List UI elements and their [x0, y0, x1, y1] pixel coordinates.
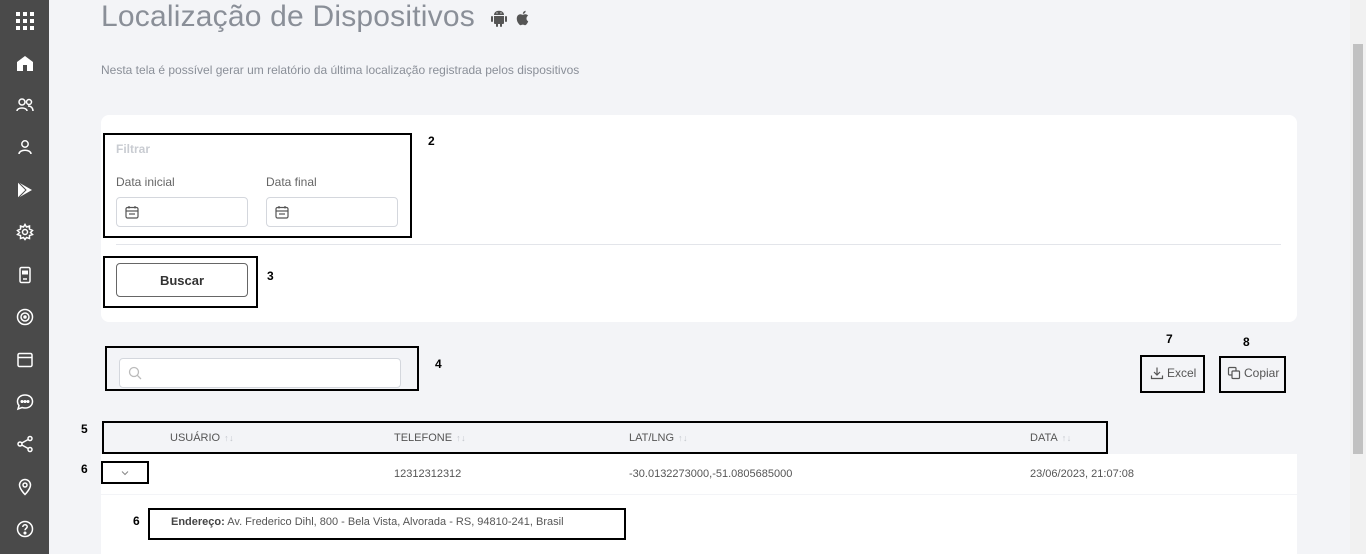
annotation-number: 6	[133, 514, 140, 528]
scrollbar-thumb[interactable]	[1353, 44, 1363, 454]
chat-icon[interactable]	[0, 387, 49, 417]
users-icon[interactable]	[0, 90, 49, 120]
chevron-down-icon	[121, 471, 129, 476]
settings-icon[interactable]	[0, 217, 49, 247]
sort-arrows-icon: ↑ ↓	[456, 433, 465, 443]
copy-icon	[1227, 366, 1241, 380]
page-title: Localização de Dispositivos	[101, 0, 475, 33]
column-label: USUÁRIO	[170, 432, 221, 444]
address-value: Av. Frederico Dihl, 800 - Bela Vista, Al…	[227, 516, 564, 528]
column-header-telefone[interactable]: TELEFONE ↑ ↓	[394, 432, 466, 444]
address-detail: Endereço: Av. Frederico Dihl, 800 - Bela…	[171, 516, 564, 528]
download-icon	[1150, 367, 1164, 380]
annotation-number: 8	[1243, 335, 1250, 349]
android-icon	[491, 10, 507, 27]
sort-arrows-icon: ↑ ↓	[678, 433, 687, 443]
annotation-number: 7	[1166, 332, 1173, 346]
annotation-number: 4	[435, 357, 442, 371]
annotation-number: 2	[428, 134, 435, 148]
column-label: TELEFONE	[394, 432, 453, 444]
start-date-input[interactable]	[116, 197, 248, 227]
sidebar	[0, 0, 49, 554]
table-search-box[interactable]	[119, 358, 401, 388]
column-header-data[interactable]: DATA ↑ ↓	[1030, 432, 1071, 444]
end-date-label: Data final	[266, 175, 317, 189]
address-label: Endereço:	[171, 516, 225, 528]
annotation-number: 6	[81, 462, 88, 476]
annotation-number: 3	[267, 269, 274, 283]
sort-arrows-icon: ↑ ↓	[1061, 433, 1071, 443]
calendar-icon	[125, 206, 139, 219]
end-date-input[interactable]	[266, 197, 398, 227]
scrollbar[interactable]	[1350, 0, 1366, 554]
filter-divider	[116, 244, 1281, 245]
help-icon[interactable]	[0, 514, 49, 544]
start-date-label: Data inicial	[116, 175, 175, 189]
calendar-icon	[275, 206, 289, 219]
annotation-number: 5	[81, 422, 88, 436]
cell-data: 23/06/2023, 21:07:08	[1030, 468, 1134, 480]
expand-row-button[interactable]	[114, 466, 136, 480]
cell-latlng: -30.0132273000,-51.0805685000	[629, 468, 793, 480]
column-label: DATA	[1030, 432, 1058, 444]
sort-arrows-icon: ↑ ↓	[224, 433, 233, 443]
apps-grid-icon[interactable]	[0, 6, 49, 36]
device-icon[interactable]	[0, 260, 49, 290]
annotation-box-5	[102, 421, 1108, 454]
share-icon[interactable]	[0, 429, 49, 459]
search-icon	[128, 366, 142, 380]
radar-icon[interactable]	[0, 302, 49, 332]
apple-icon	[516, 10, 529, 26]
column-header-usuario[interactable]: USUÁRIO ↑ ↓	[170, 432, 234, 444]
browser-icon[interactable]	[0, 345, 49, 375]
play-store-icon[interactable]	[0, 175, 49, 205]
copy-button[interactable]: Copiar	[1227, 359, 1279, 387]
user-icon[interactable]	[0, 132, 49, 162]
search-button[interactable]: Buscar	[116, 263, 248, 297]
excel-label: Excel	[1167, 366, 1197, 380]
search-input[interactable]	[148, 366, 388, 380]
page-subtitle: Nesta tela é possível gerar um relatório…	[101, 63, 580, 77]
column-header-latlng[interactable]: LAT/LNG ↑ ↓	[629, 432, 687, 444]
excel-export-button[interactable]: Excel	[1150, 359, 1196, 387]
filter-label: Filtrar	[116, 142, 151, 156]
copy-label: Copiar	[1244, 366, 1280, 380]
home-icon[interactable]	[0, 48, 49, 78]
cell-telefone: 12312312312	[394, 468, 462, 480]
location-pin-icon[interactable]	[0, 472, 49, 502]
os-icons	[490, 9, 532, 27]
column-label: LAT/LNG	[629, 432, 675, 444]
